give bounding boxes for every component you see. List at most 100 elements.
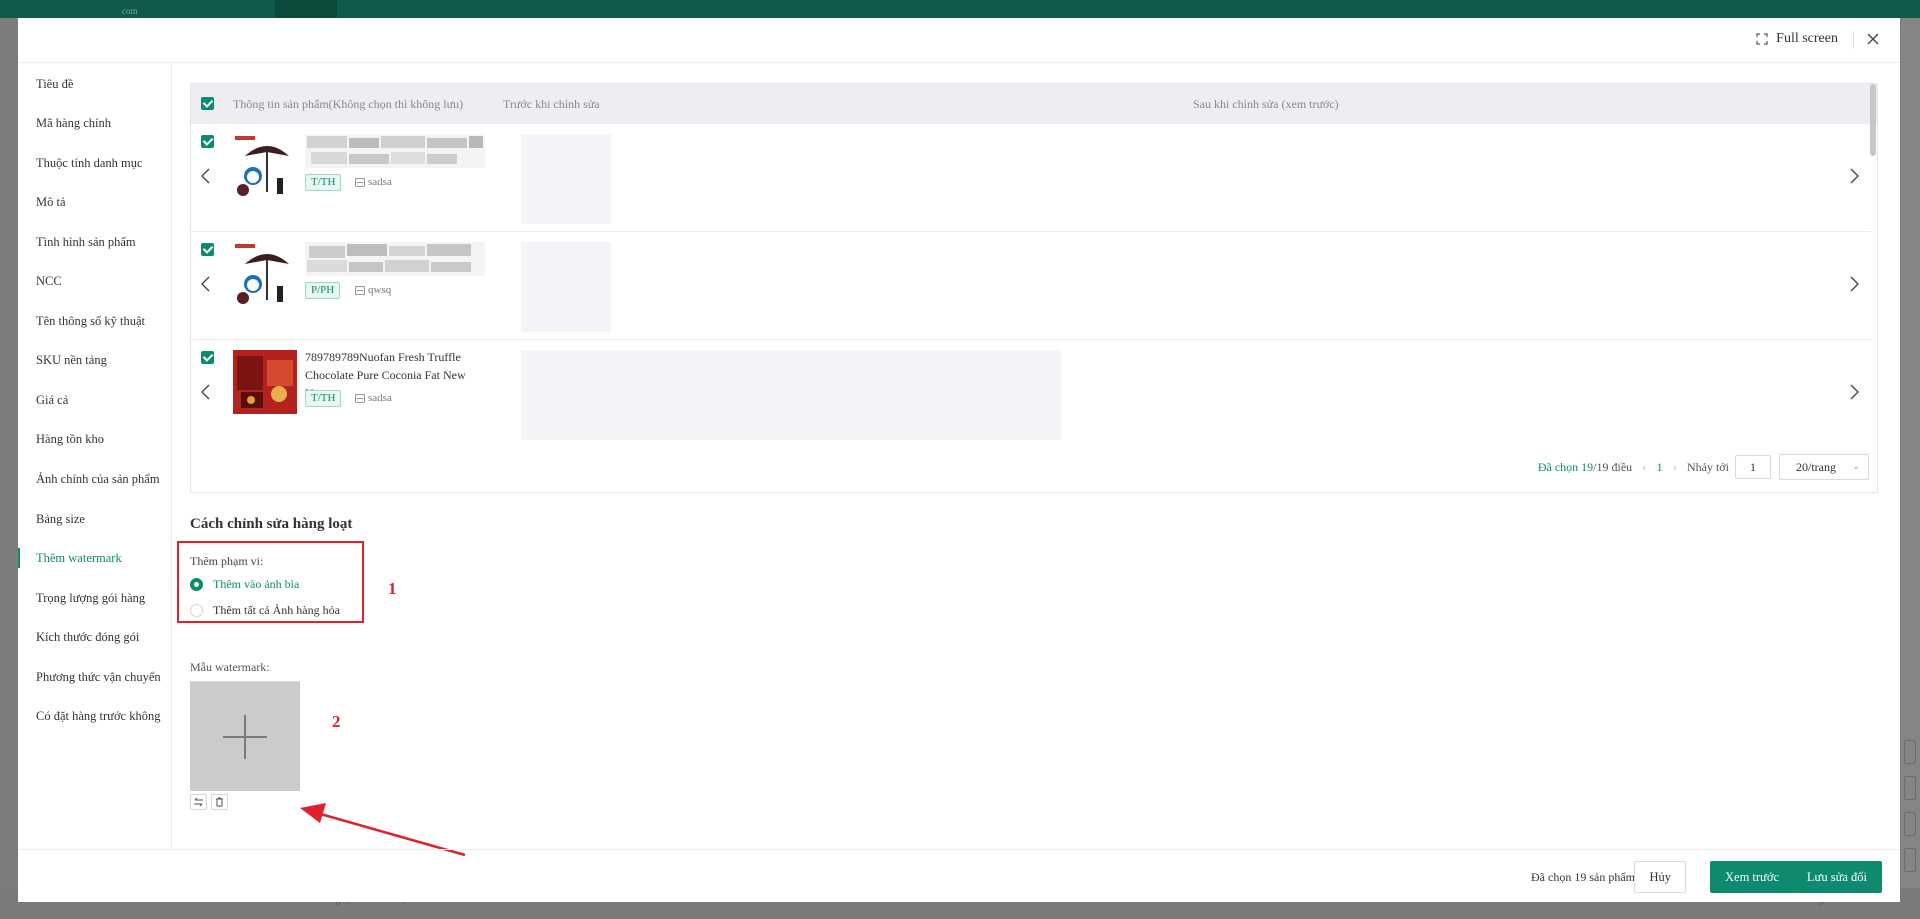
footer-selected-count: Đã chọn 19 sản phẩm [1531, 870, 1635, 884]
sidebar-item-spec-name[interactable]: Tên thông số kỹ thuật [18, 311, 172, 331]
watermark-template-label: Mẫu watermark: [190, 660, 270, 674]
pagination: Đã chọn 19/19 điều ‹ 1 › Nhảy tới 1 20/t… [1538, 454, 1869, 480]
preview-button[interactable]: Xem trước [1710, 861, 1794, 893]
chevron-right-icon[interactable] [1847, 166, 1861, 186]
fullscreen-button[interactable]: Full screen [1756, 31, 1838, 47]
shop-info: qwsq [355, 284, 391, 296]
sidebar-item-shipping-method[interactable]: Phương thức vận chuyển [18, 667, 172, 687]
modal-footer: Đã chọn 19 sản phẩm Hủy Xem trước Lưu sử… [18, 849, 1900, 902]
row-checkbox[interactable] [201, 135, 214, 148]
chevron-right-icon[interactable] [1847, 274, 1861, 294]
shop-icon [355, 393, 365, 403]
chevron-left-icon[interactable] [199, 274, 213, 294]
app-right-gutter [1901, 18, 1920, 888]
annotation-number-2: 2 [332, 712, 341, 731]
select-all-checkbox[interactable] [201, 97, 214, 110]
sidebar-item-package-weight[interactable]: Trọng lượng gói hàng [18, 588, 172, 608]
jump-label: Nhảy tới [1686, 459, 1729, 474]
sidebar-item-inventory[interactable]: Hàng tồn kho [18, 429, 172, 449]
shop-icon [355, 177, 365, 187]
product-tag: T/TH [305, 390, 342, 407]
close-icon [1867, 33, 1879, 45]
radio-add-cover-image[interactable]: Thêm vào ảnh bìa [190, 577, 299, 592]
save-changes-button[interactable]: Lưu sửa đổi [1791, 861, 1882, 893]
shop-info: sadsa [355, 392, 392, 404]
shop-name: sadsa [368, 176, 392, 188]
batch-edit-title: Cách chỉnh sửa hàng loạt [190, 516, 353, 532]
sidebar: Tiêu đề Mã hàng chính Thuộc tính danh mụ… [18, 63, 172, 849]
plus-icon [244, 715, 246, 759]
content-area: Thông tin sản phẩm(Không chọn thì không … [177, 63, 1882, 857]
before-image-preview [521, 350, 1061, 440]
table-row: 789789789Nuofan Fresh Truffle Chocolate … [191, 340, 1871, 448]
shop-icon [355, 285, 365, 295]
header-divider [1853, 31, 1854, 49]
header-before-edit: Trước khi chỉnh sửa [503, 97, 600, 111]
radio-add-all-images[interactable]: Thêm tất cả Ảnh hàng hóa [190, 603, 340, 618]
shop-name: qwsq [368, 284, 392, 296]
sidebar-item-preorder[interactable]: Có đặt hàng trước không [18, 706, 172, 726]
sidebar-item-size-chart[interactable]: Bảng size [18, 509, 172, 529]
chevron-down-icon: ⌄ [1851, 461, 1860, 472]
sidebar-item-package-size[interactable]: Kích thước đóng gói [18, 627, 172, 647]
selected-count-text: Đã chọn 19/19 điều [1538, 460, 1632, 475]
product-table: Thông tin sản phẩm(Không chọn thì không … [190, 83, 1878, 493]
product-tag: T/TH [305, 174, 342, 191]
delete-button[interactable] [211, 794, 228, 810]
chevron-left-icon[interactable] [199, 382, 213, 402]
product-name-redacted [305, 134, 485, 168]
expand-icon [1756, 33, 1768, 45]
replace-button[interactable] [190, 794, 207, 810]
sidebar-item-main-sku[interactable]: Mã hàng chính [18, 113, 172, 133]
product-tag: P/PH [305, 282, 341, 299]
app-side-control [1904, 812, 1916, 836]
app-side-control [1904, 740, 1916, 764]
selected-prefix: Đã chọn [1537, 459, 1582, 474]
sidebar-item-description[interactable]: Mô tả [18, 192, 172, 212]
trash-icon [216, 797, 223, 807]
next-page-icon[interactable]: › [1673, 461, 1677, 474]
chevron-right-icon[interactable] [1847, 382, 1861, 402]
sidebar-item-platform-sku[interactable]: SKU nền tảng [18, 350, 172, 370]
header-product-info: Thông tin sản phẩm(Không chọn thì không … [233, 97, 464, 111]
row-checkbox[interactable] [201, 243, 214, 256]
cancel-button[interactable]: Hủy [1634, 861, 1686, 893]
jump-page-input[interactable]: 1 [1735, 455, 1771, 479]
selected-count: 19 [1581, 459, 1594, 474]
product-thumbnail [233, 350, 297, 414]
sidebar-item-category-attributes[interactable]: Thuộc tính danh mục [18, 153, 172, 173]
close-button[interactable] [1864, 30, 1882, 48]
app-logo-text: com [122, 6, 138, 16]
app-topbar: com [0, 0, 1920, 18]
radio-label: Thêm vào ảnh bìa [213, 577, 300, 591]
selected-suffix: /19 điều [1593, 459, 1633, 474]
sidebar-item-price[interactable]: Giá cả [18, 390, 172, 410]
app-active-tab [275, 0, 337, 18]
product-thumbnail [233, 134, 297, 198]
page-size-select[interactable]: 20/trang ⌄ [1779, 454, 1869, 480]
sidebar-item-main-image[interactable]: Ảnh chính của sản phẩm [18, 469, 172, 489]
app-side-control [1904, 776, 1916, 800]
table-row: P/PH qwsq [191, 232, 1871, 340]
fullscreen-label: Full screen [1776, 31, 1838, 46]
chevron-left-icon[interactable] [199, 166, 213, 186]
sidebar-item-title[interactable]: Tiêu đề [18, 74, 172, 94]
table-row: T/TH sadsa [191, 124, 1871, 232]
app-side-control [1904, 848, 1916, 872]
table-header: Thông tin sản phẩm(Không chọn thì không … [191, 84, 1877, 124]
watermark-upload[interactable] [190, 681, 300, 791]
radio-dot [190, 604, 203, 617]
shop-name: sadsa [368, 392, 392, 404]
row-checkbox[interactable] [201, 351, 214, 364]
shop-info: sadsa [355, 176, 392, 188]
header-after-edit: Sau khi chỉnh sửa (xem trước) [1193, 97, 1339, 111]
sidebar-item-supplier[interactable]: NCC [18, 271, 172, 291]
batch-edit-modal: Full screen Tiêu đề Mã hàng chính Thuộc … [18, 18, 1900, 902]
modal-header: Full screen [18, 18, 1900, 63]
sidebar-item-product-condition[interactable]: Tình hình sản phẩm [18, 232, 172, 252]
product-thumbnail [233, 242, 297, 306]
prev-page-icon[interactable]: ‹ [1642, 461, 1646, 474]
before-image-preview [521, 134, 611, 224]
current-page[interactable]: 1 [1657, 460, 1663, 475]
sidebar-item-add-watermark[interactable]: Thêm watermark [18, 548, 172, 568]
